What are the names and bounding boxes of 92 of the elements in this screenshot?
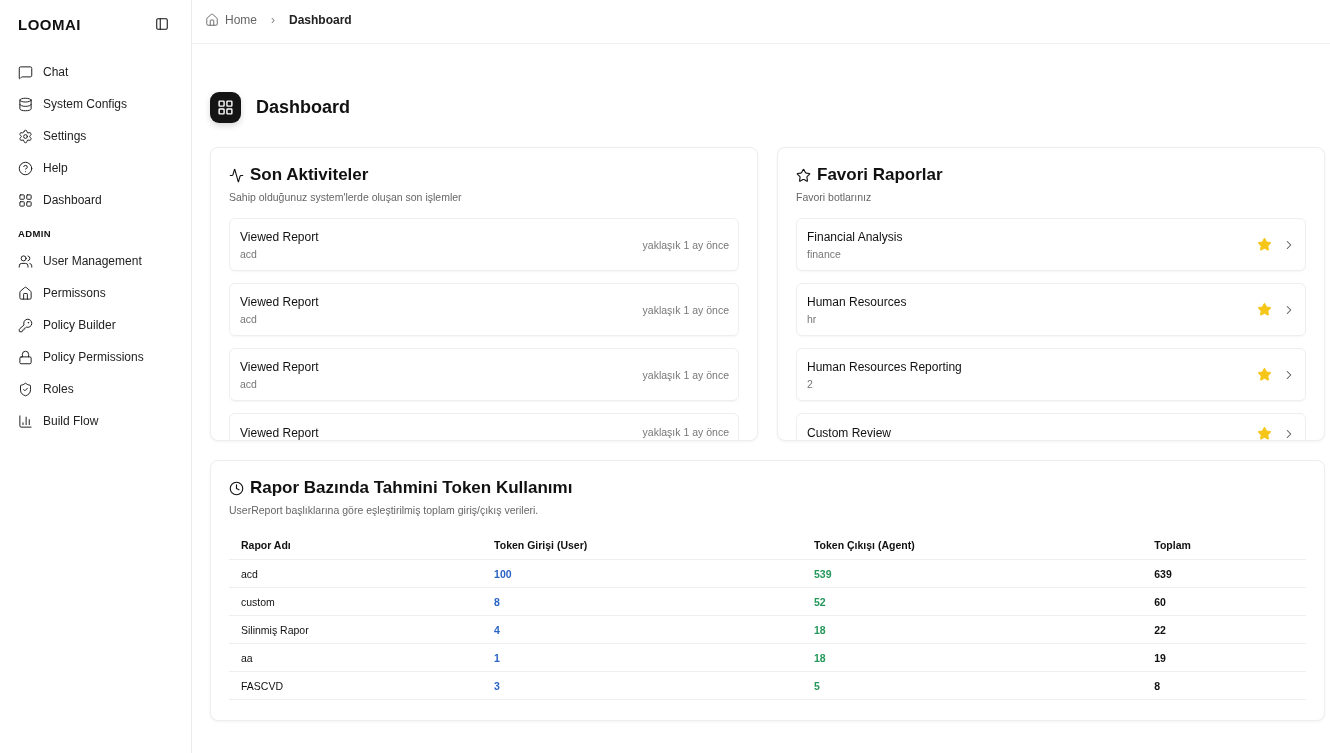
report-title: Human Resources Reporting [807,360,962,374]
column-header: Token Girişi (User) [482,531,802,560]
section-heading: ADMIN [18,228,53,239]
table-cell: 100 [482,559,802,588]
home-icon [205,12,219,27]
sidebar-item[interactable]: System Configs [18,88,191,120]
sidebar-item[interactable]: Policy Builder [18,309,191,341]
page-title: Dashboard [256,97,351,118]
key-icon [18,317,33,333]
card-subtitle: Sahip olduğunuz system'lerde oluşan son işlemler [229,191,463,203]
activity-title: Viewed Report [240,360,319,374]
activity-time: yaklaşık 1 ay önce [642,368,729,381]
table-cell: FASCVD [229,671,483,700]
activity-item[interactable]: Viewed Report acd yaklaşık 1 ay önce [229,218,739,271]
sidebar-item[interactable]: Settings [18,120,191,152]
report-detail: hr [807,313,818,325]
table-cell: Silinmiş Rapor [229,615,483,644]
favorite-item[interactable]: Financial Analysis finance [796,218,1306,271]
card-subtitle: UserReport başlıklarına göre eşleştirilmiş toplam giriş/çıkış verileri. [229,504,540,516]
activity-title: Viewed Report [240,295,319,309]
table-cell: 8 [1142,671,1306,700]
card-title: Rapor Bazında Tahmini Token Kullanımı [250,478,573,498]
table-cell: 4 [482,615,802,644]
activity-detail: acd [240,313,258,325]
help-icon [18,160,33,176]
lock-icon [18,349,33,365]
activity-time: yaklaşık 1 ay önce [642,303,729,316]
activity-title: Viewed Report [240,230,319,244]
activity-detail: acd [240,378,258,390]
chat-icon [18,64,33,80]
table-cell: custom [229,587,483,616]
users-icon [18,253,33,269]
sidebar-item[interactable]: Chat [18,56,191,88]
table-cell: 18 [801,615,1143,644]
activity-icon [229,167,244,183]
brand-logo: LOOMAI [18,15,81,33]
table-cell: 22 [1142,615,1306,644]
breadcrumb-separator: › [270,12,276,27]
table-cell: 60 [1142,587,1306,616]
report-detail: 2 [807,378,814,390]
sidebar-item[interactable]: Build Flow [18,405,191,437]
favorite-star-icon[interactable] [1257,302,1272,317]
report-title: Financial Analysis [807,230,903,244]
table-cell: 5 [801,671,1143,700]
activity-time: yaklaşık 1 ay önce [642,426,729,438]
card-title: Son Aktiviteler [250,165,369,185]
sidebar-item[interactable]: Policy Permissions [18,341,191,373]
activity-item[interactable]: Viewed Report acd yaklaşık 1 ay önce [229,283,739,336]
table-cell: 52 [801,587,1143,616]
table-cell: 639 [1142,559,1306,588]
sidebar-item[interactable]: Dashboard [18,184,191,216]
favorite-item[interactable]: Human Resources Reporting 2 [796,348,1306,401]
home-icon [18,285,33,301]
activity-item[interactable]: Viewed Report acd yaklaşık 1 ay önce [229,348,739,401]
report-title: Custom Review [807,426,892,440]
sidebar-item[interactable]: User Management [18,245,191,277]
grid-icon [18,192,33,208]
clock-icon [229,480,244,496]
favorite-star-icon[interactable] [1257,237,1272,252]
favorite-item[interactable]: Human Resources hr [796,283,1306,336]
bar-chart-icon [18,413,33,429]
breadcrumb-current: Dashboard [289,12,352,27]
column-header: Rapor Adı [229,531,483,560]
report-title: Human Resources [807,295,907,309]
column-header: Token Çıkışı (Agent) [801,531,1143,560]
favorite-star-icon[interactable] [1257,426,1272,440]
table-cell: 539 [801,559,1143,588]
table-cell: 3 [482,671,802,700]
card-title: Favori Raporlar [817,165,943,185]
breadcrumb-link[interactable]: Home [205,12,257,27]
table-cell: 8 [482,587,802,616]
activity-title: Viewed Report [240,426,319,440]
shield-icon [18,381,33,397]
activity-detail: acd [240,248,258,260]
dashboard-icon [210,92,241,123]
activity-time: yaklaşık 1 ay önce [642,238,729,251]
sidebar-item[interactable]: Roles [18,373,191,405]
table-cell: acd [229,559,483,588]
card-subtitle: Favori botlarınız [796,191,873,203]
table-cell: 19 [1142,643,1306,672]
report-detail: finance [807,248,842,260]
sidebar-item[interactable]: Help [18,152,191,184]
table-cell: 1 [482,643,802,672]
table-cell: 18 [801,643,1143,672]
settings-icon [18,128,33,144]
sidebar-item[interactable]: Permissons [18,277,191,309]
favorite-star-icon[interactable] [1257,367,1272,382]
column-header: Toplam [1142,531,1306,560]
star-icon [796,167,811,183]
database-icon [18,96,33,112]
table-cell: aa [229,643,483,672]
sidebar-toggle-icon[interactable] [155,17,169,31]
